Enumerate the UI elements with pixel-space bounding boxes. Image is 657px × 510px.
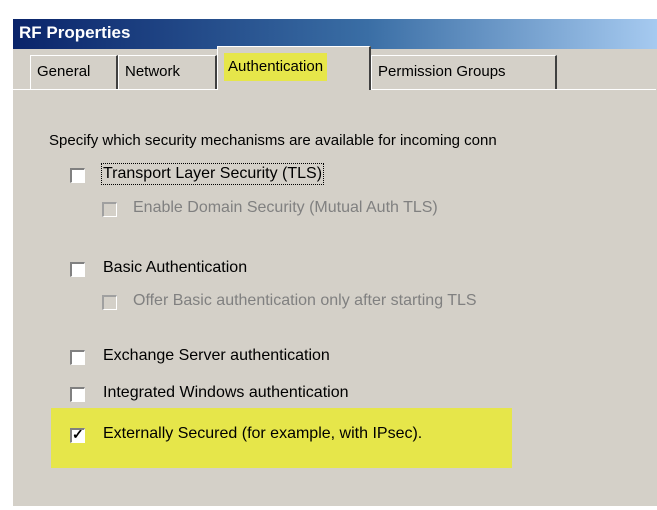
tab-authentication-label: Authentication xyxy=(224,53,328,81)
basic-after-tls-checkbox[interactable] xyxy=(102,295,117,310)
domain-security-checkbox[interactable] xyxy=(102,202,117,217)
integrated-windows-label[interactable]: Integrated Windows authentication xyxy=(103,384,348,402)
integrated-windows-checkbox[interactable] xyxy=(70,387,85,402)
tab-network[interactable]: Network xyxy=(118,55,217,89)
intro-text: Specify which security mechanisms are av… xyxy=(49,132,497,149)
tab-general-label: General xyxy=(37,63,91,80)
basic-auth-label[interactable]: Basic Authentication xyxy=(103,259,247,277)
domain-security-label: Enable Domain Security (Mutual Auth TLS) xyxy=(133,199,438,216)
externally-secured-checkbox[interactable] xyxy=(70,426,85,443)
exchange-server-label[interactable]: Exchange Server authentication xyxy=(103,347,330,365)
tab-permission-groups[interactable]: Permission Groups xyxy=(371,55,557,89)
tls-checkbox[interactable] xyxy=(70,168,85,183)
window-title: RF Properties xyxy=(19,23,131,42)
basic-auth-checkbox[interactable] xyxy=(70,262,85,277)
tab-permission-groups-label: Permission Groups xyxy=(378,63,506,80)
externally-secured-label[interactable]: Externally Secured (for example, with IP… xyxy=(103,425,422,443)
tab-general[interactable]: General xyxy=(30,55,118,89)
tab-authentication[interactable]: Authentication xyxy=(217,46,371,90)
title-bar[interactable]: RF Properties xyxy=(13,19,657,49)
exchange-server-checkbox[interactable] xyxy=(70,350,85,365)
tab-network-label: Network xyxy=(125,63,181,80)
tls-label[interactable]: Transport Layer Security (TLS) xyxy=(100,163,325,185)
basic-after-tls-label: Offer Basic authentication only after st… xyxy=(133,292,477,309)
